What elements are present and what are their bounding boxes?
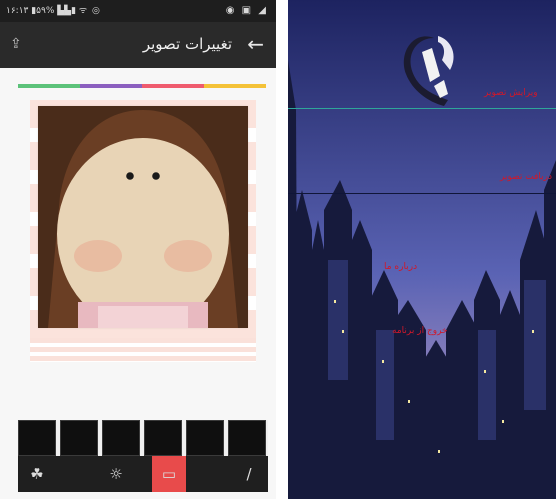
arrow-left-icon[interactable]: ← (247, 32, 264, 56)
color-segment (18, 84, 80, 88)
color-segment (204, 84, 266, 88)
doll-photo (38, 106, 248, 328)
menu-item-about[interactable]: درباره ما (384, 262, 417, 272)
photo-canvas[interactable] (38, 106, 248, 328)
toolbar: ⇪ تغییرات تصویر ← (0, 22, 276, 68)
photo-editor-screen: ۱۶:۱۳ ▮۵۹% ▙▙▮ ᯤ ◎ ◉ ▣ ◢ ⇪ تغییرات تصویر… (0, 0, 276, 499)
bottom-toolbar: ☘ ☼ ▭ / (18, 456, 268, 492)
brightness-icon[interactable]: ☼ (98, 456, 134, 492)
castle-background (288, 0, 556, 499)
status-left: ۱۶:۱۳ ▮۵۹% ▙▙▮ ᯤ ◎ (6, 6, 101, 16)
filter-thumbnails (18, 420, 268, 456)
color-segment (142, 84, 204, 88)
filter-thumbnail[interactable] (144, 420, 182, 456)
filter-thumbnail[interactable] (18, 420, 56, 456)
filter-thumbnail[interactable] (228, 420, 266, 456)
pencil-icon[interactable]: / (234, 456, 264, 492)
main-menu-screen: ویرایش تصویر دریافت تصویر درباره ما خروج… (288, 0, 556, 499)
status-right: ◉ ▣ ◢ (225, 5, 268, 16)
menu-divider (288, 193, 556, 194)
page-title: تغییرات تصویر (142, 35, 232, 53)
color-bar (18, 84, 266, 88)
color-segment (80, 84, 142, 88)
filter-thumbnail[interactable] (60, 420, 98, 456)
share-icon[interactable]: ⇪ (10, 36, 22, 52)
filter-thumbnail[interactable] (186, 420, 224, 456)
menu-item-edit-image[interactable]: ویرایش تصویر (484, 88, 538, 98)
palette-icon[interactable]: ☘ (22, 456, 52, 492)
menu-divider (288, 108, 556, 109)
menu-item-exit[interactable]: خروج از برنامه (392, 326, 448, 336)
pattern-strip (30, 338, 256, 362)
photo-frame (30, 100, 256, 338)
frame-icon[interactable]: ▭ (152, 456, 186, 492)
status-bar: ۱۶:۱۳ ▮۵۹% ▙▙▮ ᯤ ◎ ◉ ▣ ◢ (0, 0, 276, 22)
filter-thumbnail[interactable] (102, 420, 140, 456)
menu-item-get-image[interactable]: دریافت تصویر (500, 172, 552, 182)
